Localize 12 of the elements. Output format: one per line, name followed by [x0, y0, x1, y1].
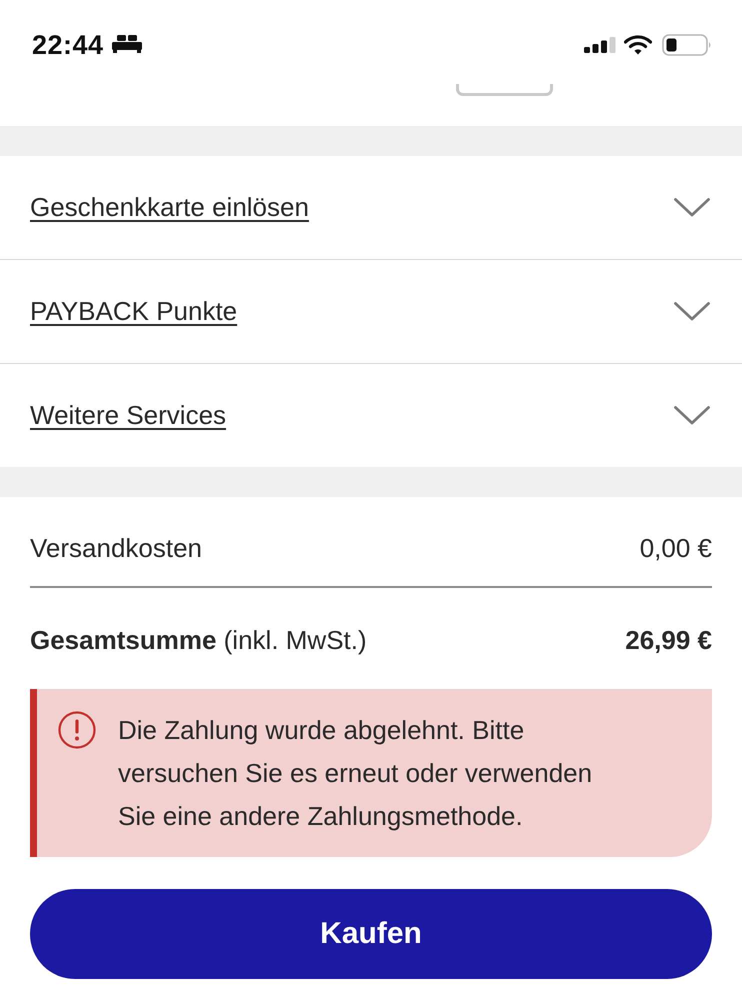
- battery-icon: [662, 34, 712, 56]
- signal-icon: [584, 37, 616, 53]
- alert-message: Die Zahlung wurde abgelehnt. Bitte versuchen Sie es erneut oder verwenden Sie eine andere Zahlungsmethode.: [118, 714, 594, 833]
- bed-icon: [112, 35, 142, 53]
- summary-label: Versandkosten: [30, 533, 202, 563]
- buy-button[interactable]: Kaufen: [30, 889, 712, 979]
- status-time: 22:44: [32, 30, 104, 60]
- summary-value: 26,99 €: [625, 625, 712, 655]
- wifi-icon: [624, 35, 652, 55]
- summary-label: Gesamtsumme (inkl. MwSt.): [30, 625, 367, 655]
- exclamation-circle-icon: [58, 711, 96, 749]
- summary-value: 0,00 €: [640, 533, 712, 563]
